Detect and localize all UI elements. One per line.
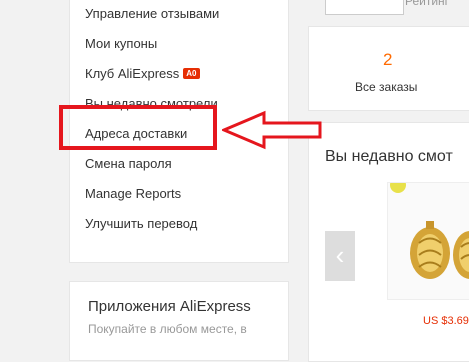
sidebar-item-change-password[interactable]: Смена пароля: [85, 156, 172, 171]
recently-viewed-panel: Вы недавно смот ‹ US $3.69: [308, 122, 469, 362]
rating-box: [325, 0, 404, 15]
arrow-left-icon: [222, 110, 322, 150]
product-price: US $3.69: [423, 315, 469, 327]
rating-label: Рейтинг: [405, 0, 450, 8]
recently-viewed-title: Вы недавно смот: [325, 148, 453, 165]
gold-earrings-image: [390, 183, 469, 279]
all-orders-link[interactable]: Все заказы: [355, 80, 417, 94]
apps-promo-title: Приложения AliExpress: [88, 298, 251, 315]
highlight-box: [59, 105, 217, 150]
sidebar-item-aliexpress-club[interactable]: Клуб AliExpress A0: [85, 66, 200, 81]
sidebar-item-manage-reports[interactable]: Manage Reports: [85, 186, 181, 201]
apps-promo-panel: Приложения AliExpress Покупайте в любом …: [69, 281, 289, 361]
sidebar-item-label: Клуб AliExpress: [85, 66, 180, 81]
orders-summary-panel: 2 Все заказы: [308, 26, 469, 111]
product-thumbnail[interactable]: [387, 182, 469, 300]
sidebar-item-my-coupons[interactable]: Мои купоны: [85, 36, 157, 51]
sidebar-item-manage-reviews[interactable]: Управление отзывами: [85, 6, 219, 21]
apps-promo-subtitle: Покупайте в любом месте, в: [88, 322, 247, 336]
club-level-badge: A0: [183, 68, 200, 79]
all-orders-count[interactable]: 2: [383, 50, 392, 70]
chevron-left-icon: ‹: [335, 240, 345, 270]
sidebar-item-improve-translation[interactable]: Улучшить перевод: [85, 216, 197, 231]
carousel-prev-button[interactable]: ‹: [325, 231, 355, 281]
